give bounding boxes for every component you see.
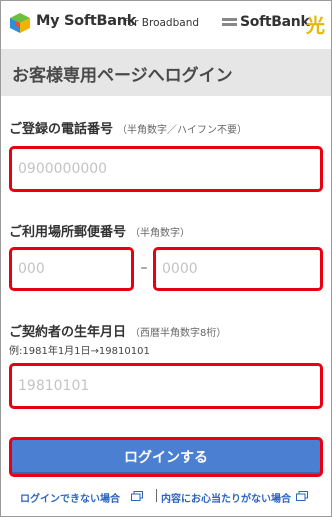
- birthday-example: 例:1981年1月1日→19810101: [9, 346, 150, 357]
- external-window-icon: [296, 491, 308, 501]
- phone-number-input[interactable]: [9, 146, 323, 192]
- header: My SoftBank for Broadband SoftBank 光: [1, 1, 331, 47]
- brand-text: SoftBank: [240, 14, 310, 30]
- postal-separator: –: [140, 260, 148, 276]
- login-button[interactable]: ログインする: [9, 437, 323, 477]
- birthday-label-note: （西暦半角数字8桁）: [130, 328, 227, 339]
- external-window-icon: [131, 491, 143, 501]
- birthday-input[interactable]: [9, 363, 323, 409]
- phone-label-note: （半角数字／ハイフン不要）: [117, 125, 248, 136]
- brand-hikari: 光: [306, 15, 326, 37]
- phone-label: ご登録の電話番号 （半角数字／ハイフン不要）: [9, 118, 247, 137]
- link-divider: [156, 489, 157, 502]
- logo-subtitle: for Broadband: [124, 17, 200, 29]
- cannot-login-link[interactable]: ログインできない場合: [20, 490, 120, 505]
- help-links: ログインできない場合 内容にお心当たりがない場合: [0, 489, 332, 505]
- postal-code-second-input[interactable]: [153, 247, 323, 291]
- page-title-bar: お客様専用ページへログイン: [1, 49, 331, 96]
- phone-label-text: ご登録の電話番号: [9, 122, 114, 137]
- logo-text: My SoftBank: [36, 13, 137, 29]
- cube-logo-icon: [10, 13, 30, 33]
- birthday-label: ご契約者の生年月日 （西暦半角数字8桁）: [9, 321, 226, 340]
- no-idea-link[interactable]: 内容にお心当たりがない場合: [161, 490, 291, 505]
- birthday-label-text: ご契約者の生年月日: [9, 325, 127, 340]
- postal-label: ご利用場所郵便番号 （半角数字）: [9, 221, 190, 240]
- postal-code-first-input[interactable]: [9, 247, 134, 291]
- postal-label-note: （半角数字）: [130, 228, 191, 239]
- postal-label-text: ご利用場所郵便番号: [9, 225, 127, 240]
- page-title: お客様専用ページへログイン: [12, 66, 233, 86]
- softbank-bars-icon: [222, 18, 237, 28]
